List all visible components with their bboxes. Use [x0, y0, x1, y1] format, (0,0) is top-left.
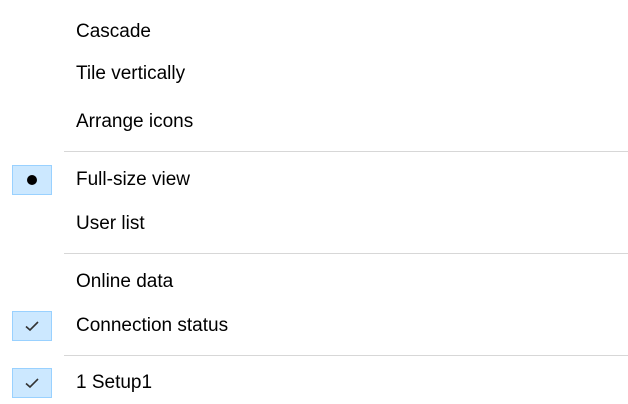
menu-separator — [64, 151, 628, 152]
menu-item-online-data[interactable]: Online data — [0, 261, 628, 303]
menu-item-full-size-view[interactable]: Full-size view — [0, 159, 628, 201]
menu-item-label: Full-size view — [76, 169, 191, 190]
menu-item-cascade[interactable]: Cascade — [0, 11, 628, 53]
menu-item-arrange-icons[interactable]: Arrange icons — [0, 101, 628, 143]
radio-indicator — [12, 165, 52, 195]
menu-separator — [64, 253, 628, 254]
menu-item-setup1[interactable]: 1 Setup1 — [0, 362, 628, 404]
menu-item-label: Tile vertically — [76, 63, 186, 84]
menu-separator — [64, 355, 628, 356]
menu-item-tile-vertically[interactable]: Tile vertically — [0, 53, 628, 95]
check-indicator — [12, 311, 52, 341]
checkmark-icon — [25, 378, 39, 389]
menu-item-label: Arrange icons — [76, 111, 194, 132]
menu-item-label: Connection status — [76, 315, 229, 336]
menu-item-connection-status[interactable]: Connection status — [0, 305, 628, 347]
bullet-icon — [27, 175, 37, 185]
menu-item-label: User list — [76, 213, 145, 234]
window-menu: Cascade Tile vertically Arrange icons Fu… — [0, 0, 628, 400]
menu-item-label: 1 Setup1 — [76, 372, 153, 393]
menu-item-label: Online data — [76, 271, 174, 292]
checkmark-icon — [25, 321, 39, 332]
menu-item-label: Cascade — [76, 21, 151, 42]
menu-item-user-list[interactable]: User list — [0, 203, 628, 245]
check-indicator — [12, 368, 52, 398]
